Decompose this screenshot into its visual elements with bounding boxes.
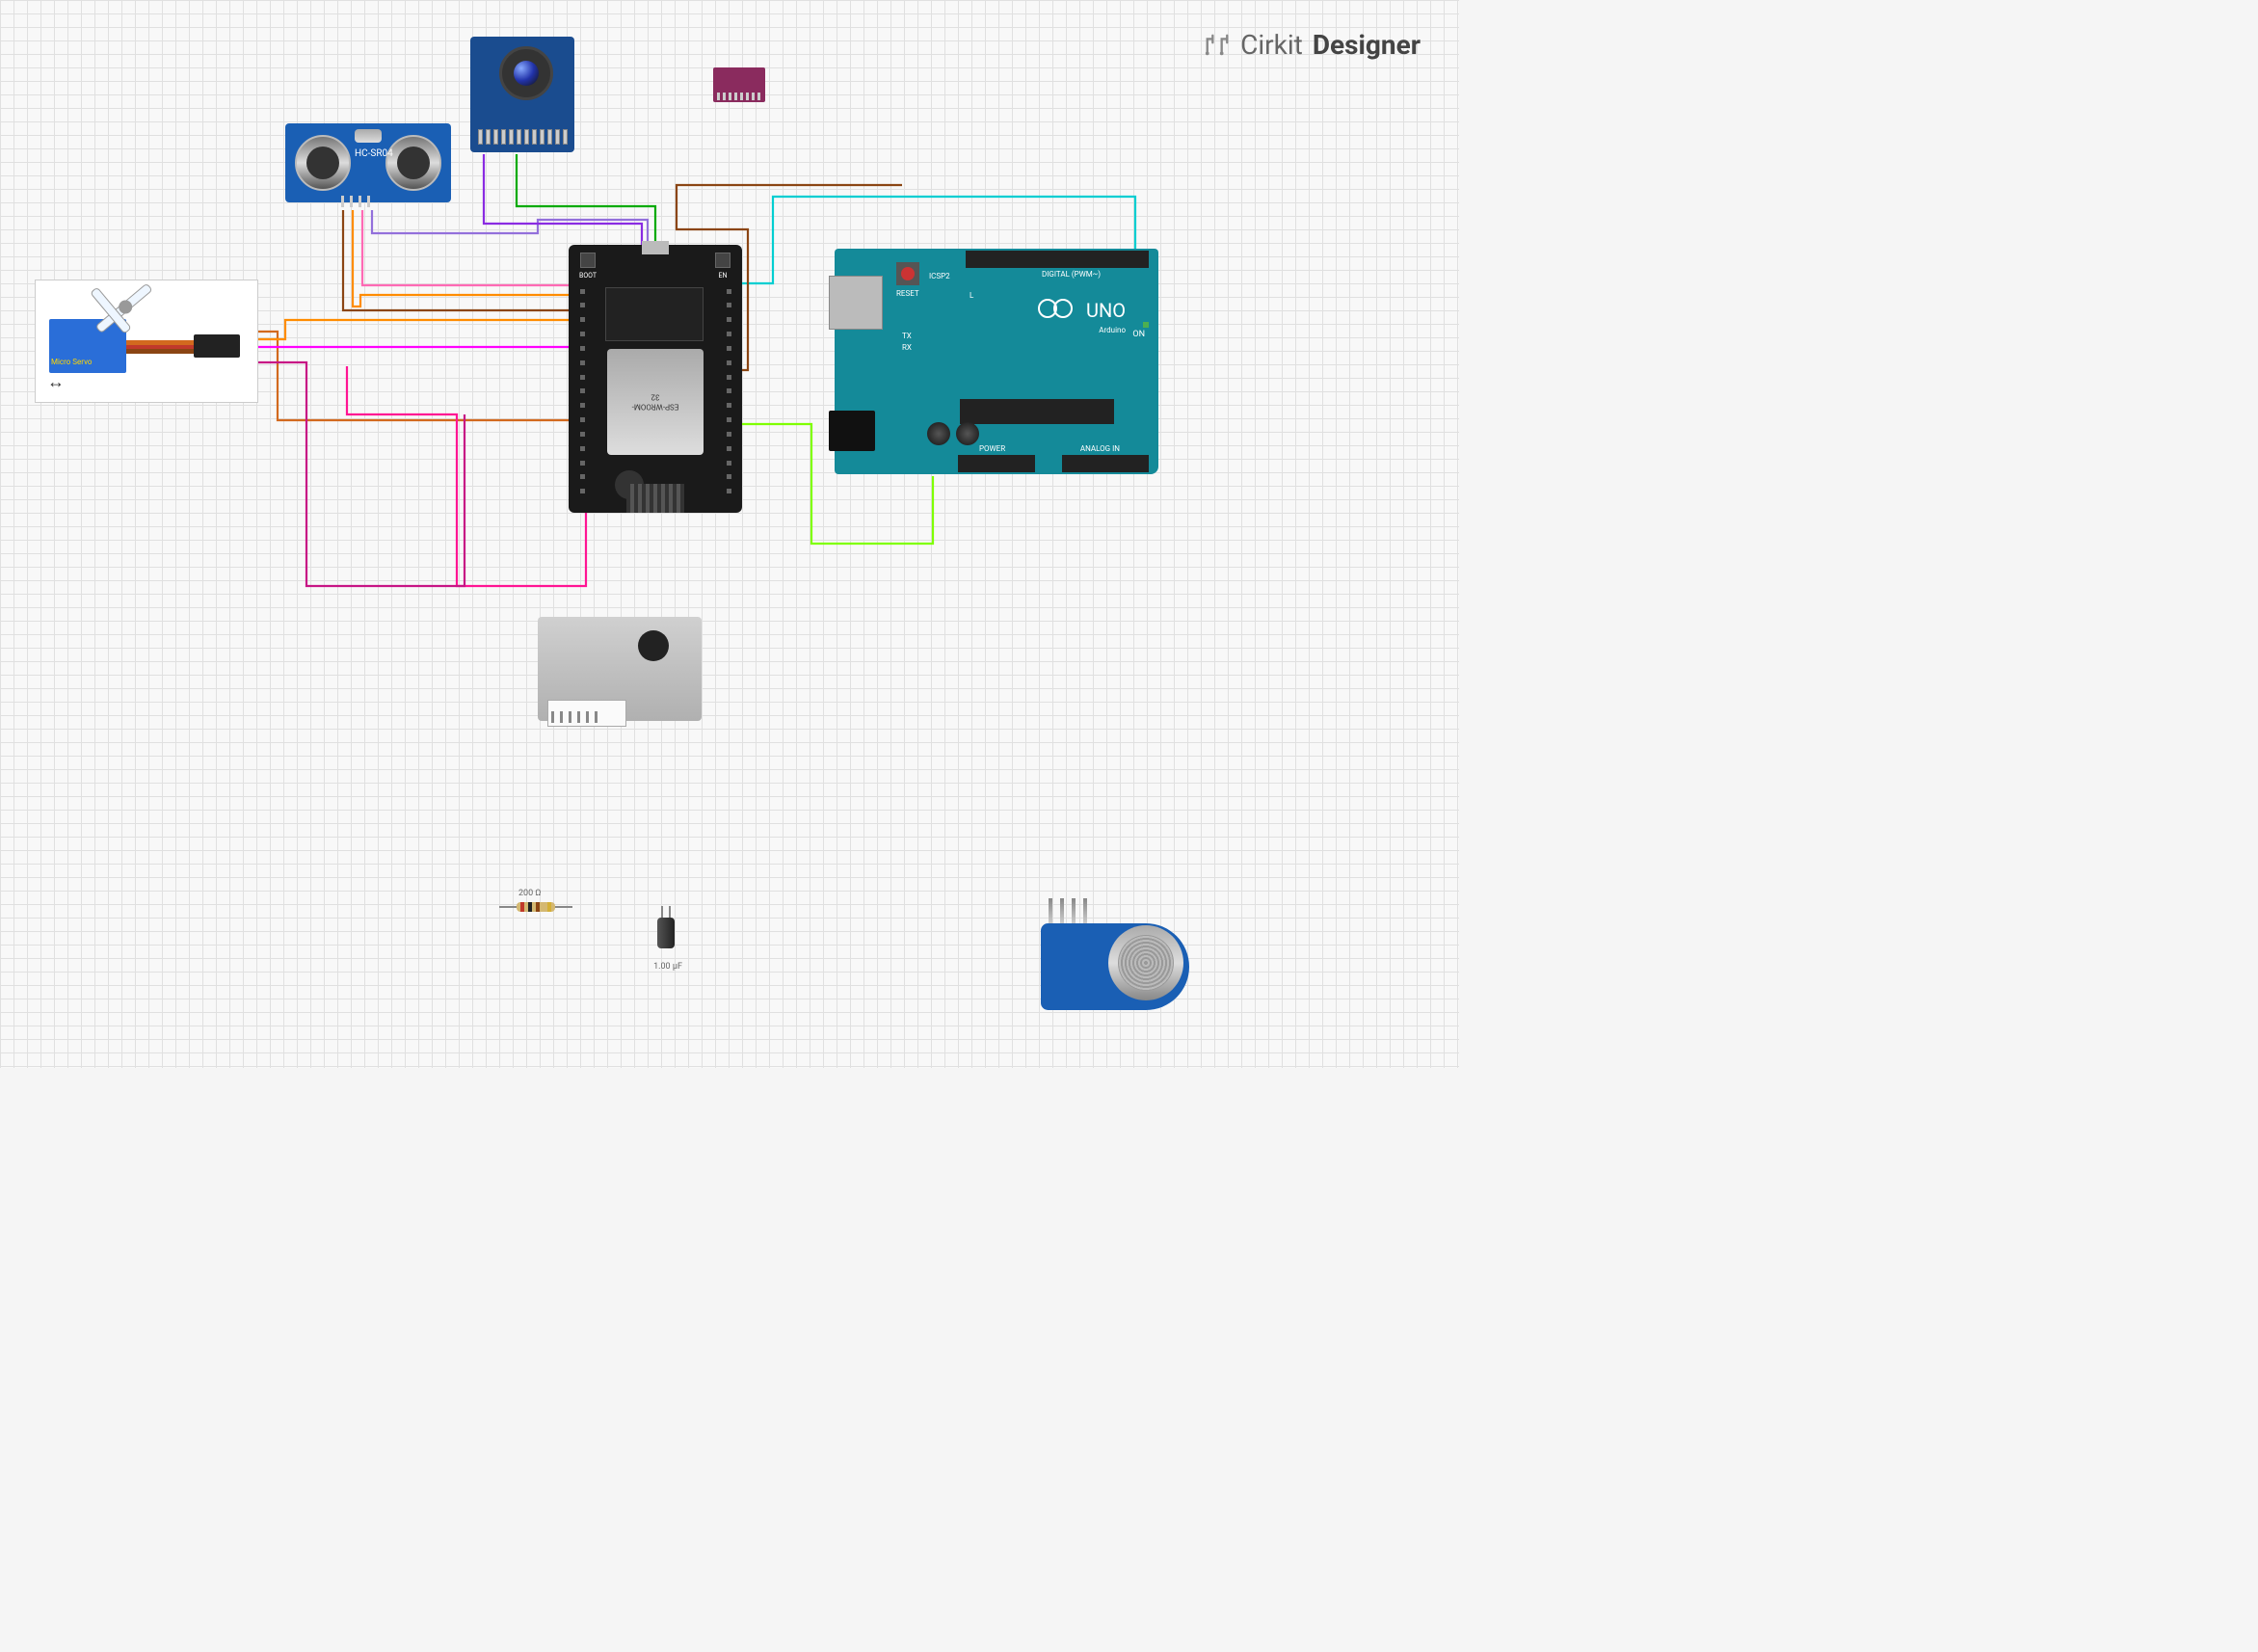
barrel-jack-icon: [829, 411, 875, 451]
icsp-label: ICSP2: [929, 272, 950, 280]
resistor-lead-icon: [555, 906, 572, 908]
camera-module[interactable]: [470, 37, 574, 152]
camera-lens-icon: [499, 46, 553, 100]
en-label: EN: [711, 272, 734, 280]
env-sensor-module[interactable]: [713, 67, 765, 102]
power-led-icon: [1143, 322, 1149, 328]
dust-pin-header: [551, 711, 598, 723]
capacitor-value-label: 1.00 µF: [644, 962, 692, 972]
dust-sensor[interactable]: [538, 617, 702, 721]
analog-label: ANALOG IN: [1080, 444, 1120, 453]
ultrasonic-pin-header: [341, 196, 370, 207]
esp32-regulator-icon: [605, 287, 704, 341]
cap-lead-icon: [669, 906, 671, 918]
rx-label: RX: [902, 343, 912, 352]
atmega-chip-icon: [960, 399, 1114, 424]
servo-motor[interactable]: ↔ Micro Servo: [35, 280, 258, 403]
cap-lead-icon: [661, 906, 663, 918]
digital-label: DIGITAL (PWM~): [1042, 270, 1101, 279]
digital-pin-header: [966, 251, 1149, 268]
tx-label: TX: [902, 332, 912, 340]
capacitor-2-icon: [956, 422, 979, 445]
dust-aperture-icon: [638, 630, 669, 661]
circuit-logo-icon: [1204, 32, 1231, 59]
esp32-left-pin-header: [571, 287, 594, 495]
esp32-chip-label: ESP-WROOM-32: [631, 392, 679, 411]
ultrasonic-tx-icon: [295, 135, 351, 191]
boot-label: BOOT: [576, 272, 599, 280]
power-pin-header: [958, 455, 1035, 472]
resistor-body-icon: [517, 902, 555, 912]
electrolytic-capacitor[interactable]: 1.00 µF: [657, 918, 675, 960]
capacitor-1-icon: [927, 422, 950, 445]
servo-label: Micro Servo: [51, 358, 92, 366]
analog-pin-header: [1062, 455, 1149, 472]
crystal-icon: [355, 129, 382, 143]
reset-label: RESET: [896, 289, 919, 298]
power-label: POWER: [979, 444, 1005, 453]
arduino-logo: UNO: [1038, 299, 1126, 322]
wire-layer: [0, 0, 1459, 1068]
esp32-module-shield: ESP-WROOM-32: [607, 349, 704, 455]
ultrasonic-sensor[interactable]: HC-SR04: [285, 123, 451, 202]
resistor-value-label: 200 Ω: [518, 889, 541, 898]
arduino-infinity-icon: [1038, 299, 1080, 322]
arduino-brand-label: Arduino: [1099, 326, 1126, 334]
esp32-devkit[interactable]: BOOT EN ESP-WROOM-32: [569, 245, 742, 513]
servo-cable-icon: [126, 340, 194, 354]
gas-sensor-pin-header: [1049, 898, 1087, 923]
en-button[interactable]: [715, 253, 731, 268]
resistor[interactable]: 200 Ω: [499, 902, 572, 912]
on-label: ON: [1132, 330, 1145, 339]
usb-micro-icon: [642, 241, 669, 254]
direction-arrows-icon: ↔: [47, 372, 66, 392]
resistor-lead-icon: [499, 906, 517, 908]
circuit-canvas[interactable]: Cirkit Designer HC-SR04: [0, 0, 1459, 1068]
reset-button[interactable]: [896, 262, 919, 285]
ultrasonic-model-label: HC-SR04: [355, 148, 393, 159]
gas-sensor[interactable]: [1041, 904, 1189, 1020]
pcb-antenna-icon: [626, 484, 684, 513]
usb-b-icon: [829, 276, 883, 330]
capacitor-body-icon: [657, 918, 675, 948]
l-label: L: [970, 291, 973, 300]
gas-sensor-cap-icon: [1108, 925, 1183, 1000]
arduino-model-label: UNO: [1086, 299, 1126, 322]
logo-product-text: Designer: [1313, 29, 1421, 61]
arduino-uno[interactable]: RESET UNO Arduino DIGITAL (PWM~) POWER A…: [835, 249, 1158, 474]
logo-brand-text: Cirkit: [1240, 29, 1303, 61]
esp32-right-pin-header: [717, 287, 740, 495]
camera-pin-header: [476, 129, 569, 148]
boot-button[interactable]: [580, 253, 596, 268]
servo-connector-icon: [194, 334, 240, 358]
app-logo: Cirkit Designer: [1204, 29, 1421, 61]
ultrasonic-rx-icon: [385, 135, 441, 191]
